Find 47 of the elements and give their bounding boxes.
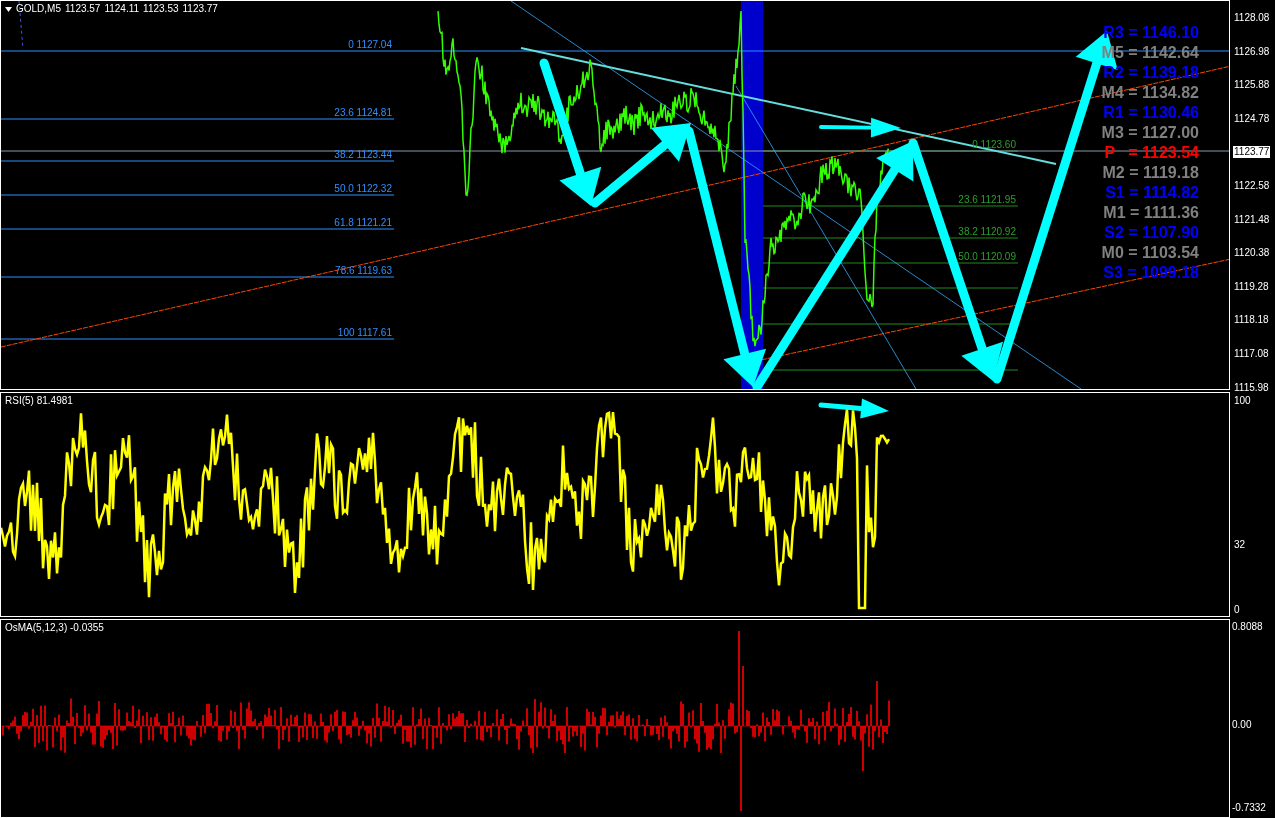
price-axis-label: 1125.88 <box>1234 79 1270 92</box>
indicator-title: RSI(5) 81.4981 <box>5 396 73 406</box>
indicator-axis-label: 0.8088 <box>1232 621 1263 633</box>
fib-level-label: 23.6 1121.95 <box>958 195 1016 205</box>
symbol-label: GOLD,M5 <box>16 4 61 14</box>
pivot-level-label: M2 = 1119.18 <box>1102 163 1199 183</box>
ohlc-value: 1123.53 <box>143 4 179 14</box>
price-axis-label: 1118.18 <box>1234 314 1269 327</box>
price-axis-label: 1115.98 <box>1234 381 1269 394</box>
fib-level-label: 0 1127.04 <box>348 40 392 50</box>
current-price-label: 1123.77 <box>1233 146 1271 159</box>
fib-level-label: 38.2 1120.92 <box>958 227 1016 237</box>
arrow-drawing <box>818 398 889 419</box>
indicator-axis-label: 0.00 <box>1232 719 1252 731</box>
pivot-level-label: S2 = 1107.90 <box>1104 223 1199 243</box>
indicator-axis-label: -0.7332 <box>1232 802 1266 814</box>
pivot-level-label: M1 = 1111.36 <box>1103 203 1199 223</box>
indicator-axis-label: 100 <box>1234 395 1251 407</box>
dropdown-icon[interactable] <box>5 6 12 12</box>
ohlc-value: 1123.57 <box>65 4 101 14</box>
ohlc-value: 1123.77 <box>182 4 218 14</box>
fib-level-label: 50.0 1122.32 <box>334 184 392 194</box>
fib-level-label: 38.2 1123.44 <box>334 150 392 160</box>
pivot-level-label: S1 = 1114.82 <box>1105 183 1199 203</box>
fib-level-label: 100 1117.61 <box>337 328 392 338</box>
fib-level-label: 78.6 1119.63 <box>335 266 392 276</box>
pivot-level-label: M0 = 1103.54 <box>1101 243 1199 263</box>
indicator-title: OsMA(5,12,3) -0.0355 <box>5 623 104 633</box>
price-axis-label: 1126.98 <box>1234 45 1270 58</box>
price-axis-label: 1124.78 <box>1234 112 1270 125</box>
indicator-axis-label: 32 <box>1234 539 1246 551</box>
indicator-axis-label: 0 <box>1234 604 1240 616</box>
fib-level-label: 61.8 1121.21 <box>334 218 392 228</box>
price-axis-label: 1128.08 <box>1234 12 1270 24</box>
fib-level-label: 50.0 1120.09 <box>958 252 1016 262</box>
pivot-level-label: P = 1123.54 <box>1104 143 1199 163</box>
price-axis-label: 1117.08 <box>1234 348 1269 360</box>
ohlc-value: 1124.11 <box>104 4 140 14</box>
fib-level-label: 23.6 1124.81 <box>334 108 392 118</box>
pivot-level-label: R3 = 1146.10 <box>1103 23 1199 43</box>
price-axis-label: 1122.58 <box>1234 180 1270 192</box>
pivot-level-label: R2 = 1139.18 <box>1103 63 1199 83</box>
pivot-level-label: M3 = 1127.00 <box>1101 123 1199 143</box>
pivot-level-label: R1 = 1130.46 <box>1103 103 1199 123</box>
price-axis-label: 1119.28 <box>1234 280 1269 293</box>
price-axis-label: 1121.48 <box>1234 213 1270 226</box>
price-axis-label: 1120.38 <box>1234 247 1270 260</box>
